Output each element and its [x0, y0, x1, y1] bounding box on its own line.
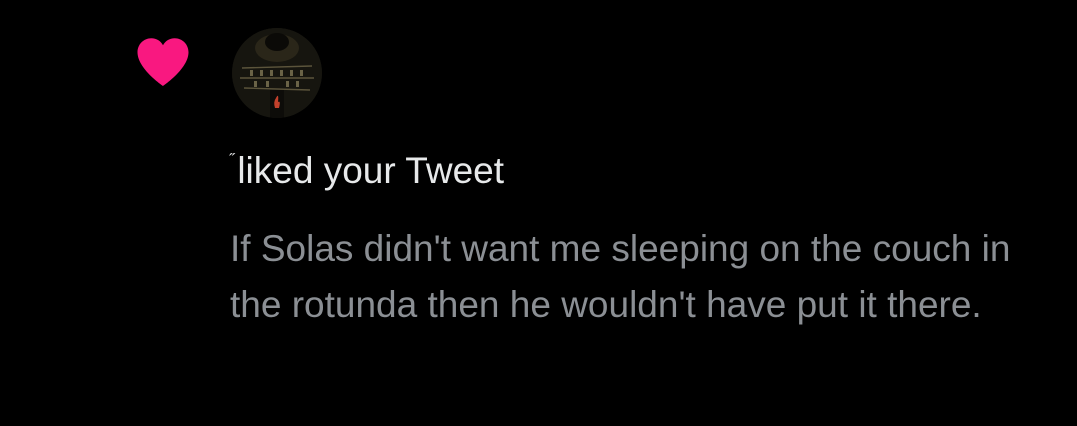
heart-icon [133, 32, 193, 92]
username-fragment[interactable]: ˝ [229, 152, 234, 170]
action-text: liked your Tweet [237, 150, 505, 191]
notification-action: ˝ liked your Tweet [229, 150, 504, 192]
tweet-text[interactable]: If Solas didn't want me sleeping on the … [230, 221, 1030, 333]
like-notification[interactable]: ˝ liked your Tweet If Solas didn't want … [0, 0, 1077, 426]
user-avatar[interactable] [232, 28, 322, 118]
